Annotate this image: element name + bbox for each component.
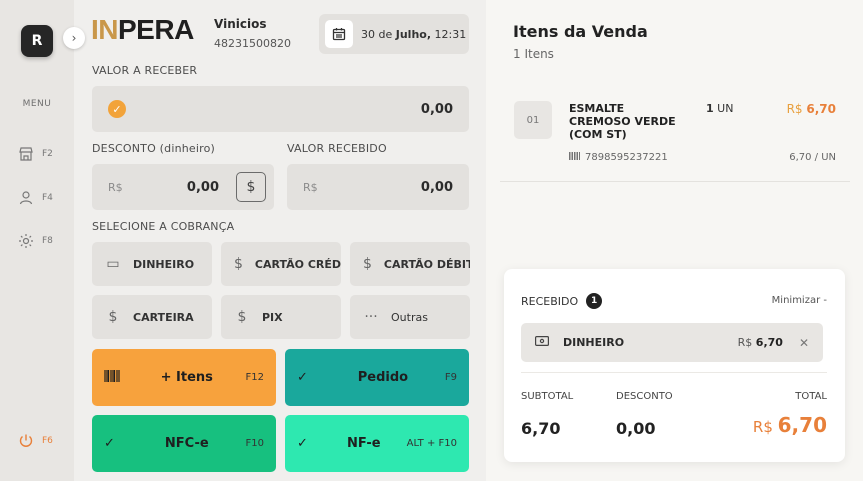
check-icon: ✓ — [297, 436, 308, 451]
discount-type-button[interactable]: $ — [236, 172, 266, 202]
item-barcode: 7898595237221 — [569, 152, 668, 163]
sidebar-item-settings[interactable]: F8 — [18, 233, 53, 249]
dollar-icon: $ — [234, 256, 243, 272]
cash-icon: ▭ — [106, 256, 120, 272]
list-item[interactable]: 01 ESMALTE CREMOSO VERDE (COM ST) 1 UN R… — [500, 92, 850, 182]
valor-receber-label: VALOR A RECEBER — [92, 64, 198, 77]
divider — [521, 372, 827, 373]
avatar[interactable]: R — [21, 25, 53, 57]
check-icon: ✓ — [108, 100, 126, 118]
check-icon: ✓ — [104, 436, 115, 451]
sidebar-item-key: F6 — [42, 436, 53, 446]
recebido-count-badge: 1 — [586, 293, 603, 309]
add-items-button[interactable]: + Itens F12 — [92, 349, 276, 406]
subtotal-label: SUBTOTAL — [521, 391, 574, 402]
sidebar-item-user[interactable]: F4 — [18, 190, 53, 206]
user-icon — [19, 191, 33, 205]
check-icon: ✓ — [297, 370, 308, 385]
barcode-icon — [569, 152, 580, 163]
recebido-header: RECEBIDO 1 — [521, 293, 603, 309]
chevron-right-icon: › — [71, 31, 77, 45]
sidebar-item-key: F2 — [42, 149, 53, 159]
dollar-icon: $ — [108, 309, 118, 325]
item-name: ESMALTE CREMOSO VERDE (COM ST) — [569, 102, 676, 141]
desconto-input[interactable]: R$ 0,00 $ — [92, 164, 274, 210]
sidebar: R MENU F2 F4 F8 F6 — [0, 0, 74, 481]
cash-icon — [535, 336, 553, 349]
desconto-total-value: 0,00 — [616, 419, 656, 438]
expand-sidebar-button[interactable]: › — [63, 27, 85, 49]
dollar-icon: $ — [237, 309, 247, 325]
dots-icon: ··· — [364, 309, 378, 325]
payment-panel: IN PERA Vinicios 48231500820 30 de Julho,… — [74, 0, 486, 481]
cobranca-label: SELECIONE A COBRANÇA — [92, 220, 235, 233]
dollar-icon: $ — [363, 256, 372, 272]
payment-outras-button[interactable]: ··· Outras — [350, 295, 470, 339]
sale-item-count: 1 Itens — [513, 47, 554, 61]
sidebar-item-key: F4 — [42, 193, 53, 203]
received-amount: R$ 6,70 — [737, 336, 783, 349]
date-display[interactable]: 30 de Julho, 12:31 — [319, 14, 469, 54]
nfce-button[interactable]: ✓ NFC-e F10 — [92, 415, 276, 472]
item-quantity: 1 UN — [706, 102, 734, 115]
user-phone: 48231500820 — [214, 37, 291, 50]
received-payment-row: DINHEIRO R$ 6,70 ✕ — [521, 323, 823, 362]
desconto-total-label: DESCONTO — [616, 391, 673, 402]
power-icon — [19, 434, 33, 447]
summary-card: RECEBIDO 1 Minimizar - DINHEIRO R$ 6,70 … — [504, 269, 845, 462]
sale-panel: Itens da Venda 1 Itens 01 ESMALTE CREMOS… — [486, 0, 863, 481]
valor-recebido-input[interactable]: R$ 0,00 — [287, 164, 469, 210]
remove-payment-icon[interactable]: ✕ — [799, 336, 809, 350]
user-name: Vinicios — [214, 17, 267, 31]
valor-recebido-value: 0,00 — [420, 179, 453, 195]
valor-recebido-label: VALOR RECEBIDO — [287, 142, 387, 155]
item-price: R$ 6,70 — [786, 102, 836, 116]
payment-carteira-button[interactable]: $ CARTEIRA — [92, 295, 212, 339]
desconto-value: 0,00 — [186, 179, 219, 195]
sidebar-item-logout[interactable]: F6 — [18, 433, 53, 449]
payment-pix-button[interactable]: $ PIX — [221, 295, 341, 339]
payment-dinheiro-button[interactable]: ▭ DINHEIRO — [92, 242, 212, 286]
valor-receber-value: 0,00 — [420, 101, 453, 117]
dollar-icon: $ — [246, 179, 256, 195]
total-value: R$ 6,70 — [752, 413, 827, 437]
pedido-button[interactable]: ✓ Pedido F9 — [285, 349, 469, 406]
total-label: TOTAL — [795, 391, 827, 402]
sale-title: Itens da Venda — [513, 22, 648, 41]
minimize-button[interactable]: Minimizar - — [772, 295, 827, 306]
date-text: 30 de Julho, 12:31 — [361, 27, 467, 41]
menu-title: MENU — [22, 99, 52, 109]
logo: IN PERA — [91, 14, 194, 45]
barcode-icon — [104, 369, 128, 386]
store-icon — [19, 147, 33, 161]
payment-debito-button[interactable]: $CARTÃO DÉBITO — [350, 242, 470, 286]
desconto-label: DESCONTO (dinheiro) — [92, 142, 216, 155]
payment-credito-button[interactable]: $CARTÃO CRÉDITO — [221, 242, 341, 286]
nfe-button[interactable]: ✓ NF-e ALT + F10 — [285, 415, 469, 472]
sidebar-item-store[interactable]: F2 — [18, 146, 53, 162]
calendar-icon — [325, 20, 353, 48]
item-unit-price: 6,70 / UN — [789, 152, 836, 163]
gear-icon — [19, 234, 33, 248]
sidebar-item-key: F8 — [42, 236, 53, 246]
subtotal-value: 6,70 — [521, 419, 561, 438]
valor-receber-field[interactable]: ✓ 0,00 — [92, 86, 469, 132]
item-number: 01 — [514, 101, 552, 139]
